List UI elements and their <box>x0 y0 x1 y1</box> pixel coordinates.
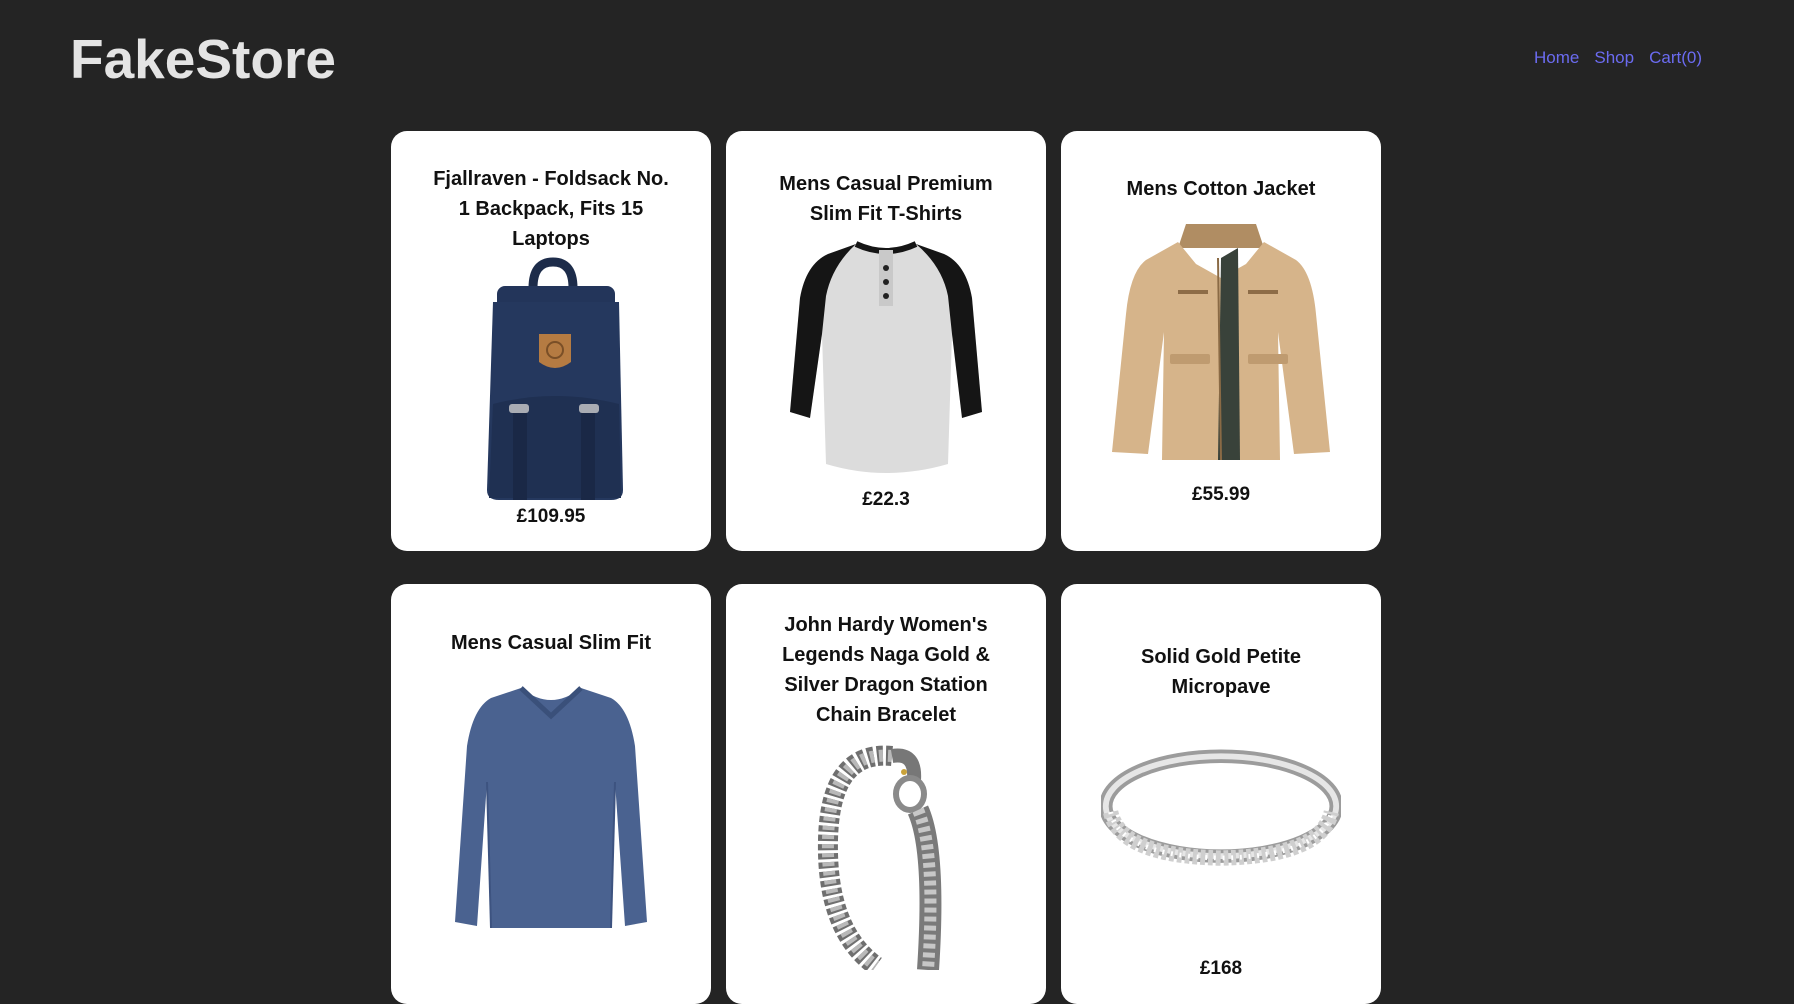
product-image[interactable] <box>1101 214 1341 464</box>
product-title: Mens Casual Slim Fit <box>450 632 652 654</box>
product-image[interactable] <box>1101 702 1341 920</box>
main-nav: Home Shop Cart(0) <box>1534 46 1702 70</box>
product-title: Solid Gold Petite Micropave <box>1140 646 1301 698</box>
site-header: FakeStore Home Shop Cart(0) <box>0 0 1794 120</box>
micropave-ring-image <box>1101 749 1341 866</box>
product-title: John Hardy Women's Legends Naga Gold & S… <box>782 614 990 726</box>
product-price: £109.95 <box>516 506 586 527</box>
product-card[interactable]: Mens Casual Slim Fit <box>391 584 711 1004</box>
product-card[interactable]: John Hardy Women's Legends Naga Gold & S… <box>726 584 1046 1004</box>
jacket-image <box>1112 224 1330 461</box>
backpack-image <box>487 257 623 500</box>
product-title: Mens Casual Premium Slim Fit T-Shirts <box>779 173 993 225</box>
nav-shop-link[interactable]: Shop <box>1594 46 1634 70</box>
nav-cart-link[interactable]: Cart(0) <box>1649 46 1702 70</box>
site-logo[interactable]: FakeStore <box>70 26 336 92</box>
product-image[interactable] <box>431 254 671 504</box>
nav-home-link[interactable]: Home <box>1534 46 1579 70</box>
product-card[interactable]: Solid Gold Petite Micropave £168 <box>1061 584 1381 1004</box>
product-price: £22.3 <box>862 489 910 510</box>
product-image[interactable] <box>766 730 1006 970</box>
product-image[interactable] <box>766 229 1006 487</box>
product-price: £168 <box>1199 958 1243 979</box>
product-card[interactable]: Fjallraven - Foldsack No. 1 Backpack, Fi… <box>391 131 711 551</box>
product-card[interactable]: Mens Cotton Jacket £55.99 <box>1061 131 1381 551</box>
product-image[interactable] <box>431 682 671 932</box>
product-title: Mens Cotton Jacket <box>1126 178 1316 200</box>
product-title: Fjallraven - Foldsack No. 1 Backpack, Fi… <box>433 168 669 250</box>
tshirt-image <box>790 240 982 473</box>
product-price: £55.99 <box>1191 484 1251 505</box>
dragon-bracelet-image <box>817 745 942 970</box>
product-card[interactable]: Mens Casual Premium Slim Fit T-Shirts £2… <box>726 131 1046 551</box>
product-grid: Fjallraven - Foldsack No. 1 Backpack, Fi… <box>391 131 1381 1004</box>
longsleeve-shirt-image <box>455 686 647 929</box>
